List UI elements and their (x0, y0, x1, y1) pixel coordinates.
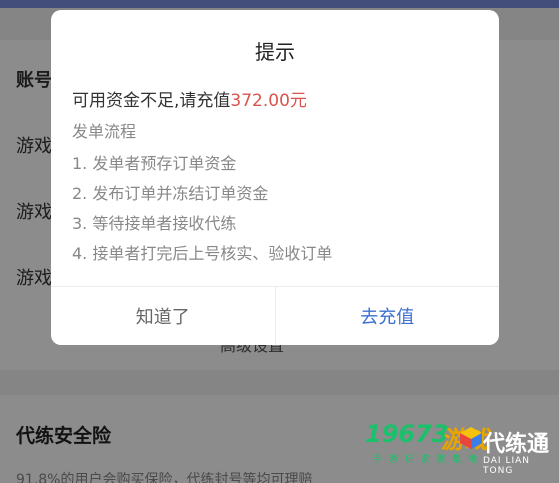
flow-title: 发单流程 (72, 122, 137, 141)
watermark-brand-en: DAI LIAN TONG (483, 456, 531, 476)
dialog-title: 提示 (255, 40, 295, 64)
watermark-logo: 19673 游戏 手 游 玩 家 聚 集 地 代练通 DAI LIAN TONG (365, 412, 557, 478)
flow-step-1: 1. 发单者预存订单资金 (72, 154, 237, 173)
recharge-amount: 372.00元 (230, 91, 307, 111)
message-prefix: 可用资金不足,请充值 (72, 91, 231, 111)
flow-step-2: 2. 发布订单并冻结订单资金 (72, 184, 269, 203)
watermark-number: 19673 (365, 420, 449, 448)
dialog-message: 可用资金不足,请充值372.00元 (72, 86, 307, 111)
watermark-subtitle: 手 游 玩 家 聚 集 地 (373, 455, 480, 465)
flow-step-4: 4. 接单者打完后上号核实、验收订单 (72, 244, 333, 263)
flow-step-3: 3. 等待接单者接收代练 (72, 214, 237, 233)
insufficient-funds-dialog: 提示 可用资金不足,请充值372.00元 发单流程 1. 发单者预存订单资金 2… (51, 10, 499, 345)
dialog-button-row: 知道了 去充值 (51, 286, 499, 345)
cube-logo-icon (460, 427, 482, 449)
watermark-brand: 代练通 (483, 432, 550, 457)
acknowledge-button[interactable]: 知道了 (51, 287, 276, 345)
recharge-button[interactable]: 去充值 (276, 287, 500, 345)
